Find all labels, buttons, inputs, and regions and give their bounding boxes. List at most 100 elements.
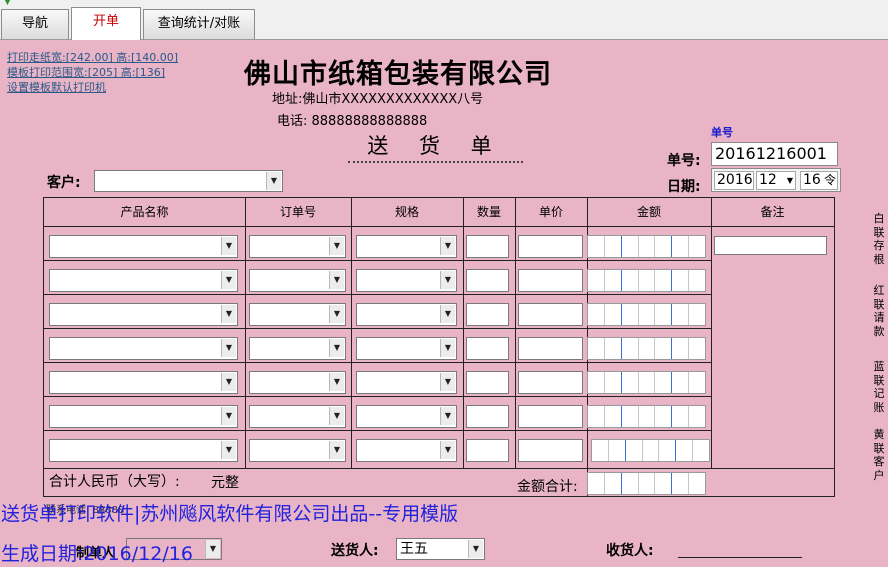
tab-navigation[interactable]: 导航 <box>1 9 69 39</box>
total-chinese-label: 合计人民币（大写）: <box>49 474 180 490</box>
quantity-input[interactable] <box>466 337 509 360</box>
chevron-down-icon[interactable]: ▼ <box>440 305 455 323</box>
chevron-down-icon[interactable]: ▼ <box>329 271 344 289</box>
total-amount-boxes[interactable] <box>587 472 706 495</box>
customer-select[interactable]: ▼ <box>94 170 283 192</box>
chevron-down-icon[interactable]: ▼ <box>221 237 236 255</box>
order-number-select[interactable]: ▼ <box>249 269 346 292</box>
spec-select[interactable]: ▼ <box>356 439 457 462</box>
col-product-name: 产品名称 <box>120 205 169 219</box>
unit-price-input[interactable] <box>518 405 583 428</box>
order-number-select[interactable]: ▼ <box>249 439 346 462</box>
tab-query-stats[interactable]: 查询统计/对账 <box>143 9 255 39</box>
spec-select[interactable]: ▼ <box>356 303 457 326</box>
product-name-select[interactable]: ▼ <box>49 235 238 258</box>
order-number-select[interactable]: ▼ <box>249 337 346 360</box>
col-quantity: 数量 <box>476 205 501 219</box>
side-label-red: 红联请款 <box>873 284 885 338</box>
tab-bar: ▼ 导航 开单 查询统计/对账 <box>0 0 888 40</box>
amount-boxes[interactable] <box>587 337 706 360</box>
chevron-down-icon[interactable]: ▼ <box>440 237 455 255</box>
order-number-select[interactable]: ▼ <box>249 371 346 394</box>
chevron-down-icon[interactable]: ▼ <box>787 172 793 189</box>
chevron-down-icon[interactable]: ▼ <box>440 441 455 459</box>
tab-create-order[interactable]: 开单 <box>71 7 141 40</box>
quantity-input[interactable] <box>466 439 509 462</box>
chevron-down-icon[interactable]: ▼ <box>440 407 455 425</box>
col-amount: 金额 <box>636 205 661 219</box>
template-range-link[interactable]: 模板打印范围宽:[205] 高:[136] <box>7 65 178 80</box>
spec-select[interactable]: ▼ <box>356 405 457 428</box>
row-divider <box>44 260 711 261</box>
spec-select[interactable]: ▼ <box>356 337 457 360</box>
quantity-input[interactable] <box>466 303 509 326</box>
quantity-input[interactable] <box>466 269 509 292</box>
row-divider <box>44 362 711 363</box>
generated-date-label: 生成日期: <box>1 543 84 565</box>
quantity-input[interactable] <box>466 405 509 428</box>
date-month[interactable]: 12 ▼ <box>756 171 796 190</box>
amount-boxes[interactable] <box>587 303 706 326</box>
chevron-down-icon[interactable]: ▼ <box>221 339 236 357</box>
chevron-down-icon[interactable]: ▼ <box>266 172 281 190</box>
chevron-down-icon[interactable]: ▼ <box>329 407 344 425</box>
chevron-down-icon[interactable]: ▼ <box>329 373 344 391</box>
spinner-icon[interactable]: 令 <box>824 172 836 189</box>
document-title: 送 货 单 <box>348 130 523 163</box>
col-remark: 备注 <box>760 205 785 219</box>
column-divider <box>351 198 352 469</box>
remark-input[interactable] <box>714 236 827 255</box>
date-year[interactable]: 2016 <box>714 171 754 190</box>
side-label-blue: 蓝联记账 <box>873 360 885 414</box>
amount-boxes[interactable] <box>587 371 706 394</box>
order-number-select[interactable]: ▼ <box>249 405 346 428</box>
date-picker[interactable]: 2016 12 ▼ 16 令 <box>711 168 841 192</box>
product-name-select[interactable]: ▼ <box>49 439 238 462</box>
unit-price-input[interactable] <box>518 303 583 326</box>
default-printer-link[interactable]: 设置模板默认打印机 <box>7 80 178 95</box>
chevron-down-icon[interactable]: ▼ <box>440 339 455 357</box>
unit-price-input[interactable] <box>518 269 583 292</box>
unit-price-input[interactable] <box>518 337 583 360</box>
deliverer-label: 送货人: <box>331 543 379 559</box>
amount-boxes[interactable] <box>587 269 706 292</box>
product-name-select[interactable]: ▼ <box>49 371 238 394</box>
chevron-down-icon[interactable]: ▼ <box>329 339 344 357</box>
chevron-down-icon[interactable]: ▼ <box>221 271 236 289</box>
chevron-down-icon[interactable]: ▼ <box>221 373 236 391</box>
date-day[interactable]: 16 令 <box>800 171 838 190</box>
chevron-down-icon[interactable]: ▼ <box>440 373 455 391</box>
paper-size-link[interactable]: 打印走纸宽:[242.00] 高:[140.00] <box>7 50 178 65</box>
unit-price-input[interactable] <box>518 439 583 462</box>
unit-price-input[interactable] <box>518 371 583 394</box>
chevron-down-icon[interactable]: ▼ <box>329 305 344 323</box>
total-amount-label: 金额合计: <box>517 479 578 495</box>
product-name-select[interactable]: ▼ <box>49 303 238 326</box>
spec-select[interactable]: ▼ <box>356 371 457 394</box>
product-name-select[interactable]: ▼ <box>49 269 238 292</box>
order-number-select[interactable]: ▼ <box>249 235 346 258</box>
chevron-down-icon[interactable]: ▼ <box>329 237 344 255</box>
chevron-down-icon[interactable]: ▼ <box>468 540 483 558</box>
chevron-down-icon[interactable]: ▼ <box>440 271 455 289</box>
order-number-select[interactable]: ▼ <box>249 303 346 326</box>
product-name-select[interactable]: ▼ <box>49 405 238 428</box>
col-order-number: 订单号 <box>279 205 316 219</box>
chevron-down-icon[interactable]: ▼ <box>329 441 344 459</box>
order-number-input[interactable]: 20161216001 <box>711 142 838 166</box>
amount-boxes[interactable] <box>591 439 710 462</box>
amount-boxes[interactable] <box>587 405 706 428</box>
amount-boxes[interactable] <box>587 235 706 258</box>
deliverer-select[interactable]: 王五 ▼ <box>396 538 485 560</box>
quantity-input[interactable] <box>466 371 509 394</box>
unit-price-input[interactable] <box>518 235 583 258</box>
chevron-down-icon[interactable]: ▼ <box>221 407 236 425</box>
quantity-input[interactable] <box>466 235 509 258</box>
chevron-down-icon[interactable]: ▼ <box>205 540 220 558</box>
spec-select[interactable]: ▼ <box>356 235 457 258</box>
product-name-select[interactable]: ▼ <box>49 337 238 360</box>
side-label-white: 白联存根 <box>873 212 885 266</box>
spec-select[interactable]: ▼ <box>356 269 457 292</box>
chevron-down-icon[interactable]: ▼ <box>221 441 236 459</box>
chevron-down-icon[interactable]: ▼ <box>221 305 236 323</box>
